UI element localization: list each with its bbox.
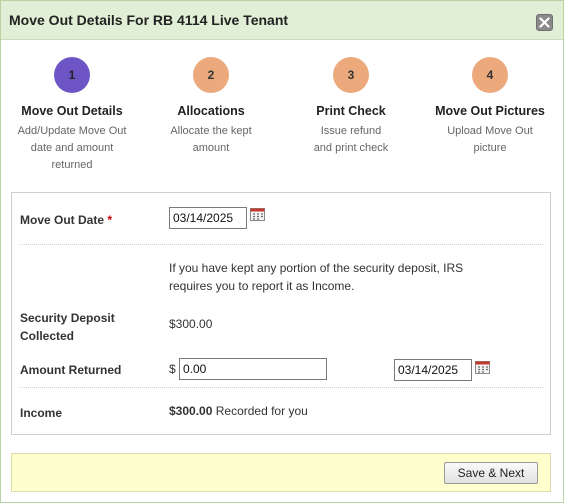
save-next-button[interactable]: Save & Next: [444, 462, 538, 484]
security-deposit-label: Security Deposit Collected: [20, 309, 115, 345]
step-move-out-pictures[interactable]: 4 Move Out Pictures Upload Move Out pict…: [415, 57, 564, 157]
step-description-line: amount: [192, 142, 230, 154]
step-number-circle: 4: [472, 57, 508, 93]
income-label: Income: [20, 406, 63, 420]
step-description-line: Add/Update Move Out: [17, 125, 127, 137]
step-description: Add/Update Move Out date and amount retu…: [0, 123, 147, 174]
step-description-line: Allocate the kept: [170, 125, 252, 137]
dialog-title: Move Out Details For RB 4114 Live Tenant: [9, 12, 289, 28]
move-out-form: Move Out Date * If you have kept any por…: [11, 192, 551, 435]
amount-returned-label: Amount Returned: [20, 363, 122, 377]
step-title: Allocations: [177, 104, 245, 118]
irs-notice-line: requires you to report it as Income.: [169, 279, 355, 293]
move-out-dialog: Move Out Details For RB 4114 Live Tenant…: [0, 0, 564, 503]
step-number-circle: 1: [54, 57, 90, 93]
step-description-line: Upload Move Out: [447, 125, 533, 137]
dialog-titlebar: Move Out Details For RB 4114 Live Tenant: [1, 1, 563, 40]
move-out-date-input[interactable]: [169, 207, 247, 229]
currency-symbol: $: [169, 362, 176, 376]
income-amount: $300.00: [169, 404, 213, 418]
close-button[interactable]: [536, 14, 553, 31]
calendar-icon[interactable]: [250, 208, 265, 221]
close-icon: [539, 17, 550, 28]
security-deposit-value: $300.00: [169, 317, 213, 331]
irs-notice: If you have kept any portion of the secu…: [169, 259, 463, 295]
income-value: $300.00 Recorded for you: [169, 402, 308, 420]
step-move-out-details[interactable]: 1 Move Out Details Add/Update Move Out d…: [0, 57, 147, 174]
returned-date-input[interactable]: [394, 359, 472, 381]
step-description: Allocate the kept amount: [136, 123, 286, 157]
step-description-line: date and amount: [30, 142, 114, 154]
step-description-line: picture: [473, 142, 507, 154]
step-number-circle: 3: [333, 57, 369, 93]
step-description: Issue refund and print check: [276, 123, 426, 157]
income-note: Recorded for you: [215, 404, 308, 418]
step-title: Print Check: [316, 104, 386, 118]
step-allocations[interactable]: 2 Allocations Allocate the kept amount: [136, 57, 286, 157]
calendar-icon[interactable]: [475, 361, 490, 374]
step-description-line: and print check: [313, 142, 389, 154]
step-description: Upload Move Out picture: [415, 123, 564, 157]
amount-returned-input[interactable]: [179, 358, 327, 380]
form-divider: [20, 387, 543, 388]
move-out-date-label-text: Move Out Date: [20, 213, 105, 227]
step-print-check[interactable]: 3 Print Check Issue refund and print che…: [276, 57, 426, 157]
required-marker: *: [107, 213, 113, 227]
step-title: Move Out Pictures: [435, 104, 545, 118]
security-deposit-label-line: Collected: [20, 329, 75, 343]
step-number-circle: 2: [193, 57, 229, 93]
form-divider: [20, 244, 543, 245]
step-title: Move Out Details: [21, 104, 123, 118]
step-description-line: returned: [51, 159, 93, 171]
move-out-date-label: Move Out Date *: [20, 211, 112, 229]
dialog-footer: Save & Next: [11, 453, 551, 492]
security-deposit-label-line: Security Deposit: [20, 311, 115, 325]
irs-notice-line: If you have kept any portion of the secu…: [169, 261, 464, 275]
step-description-line: Issue refund: [320, 125, 382, 137]
